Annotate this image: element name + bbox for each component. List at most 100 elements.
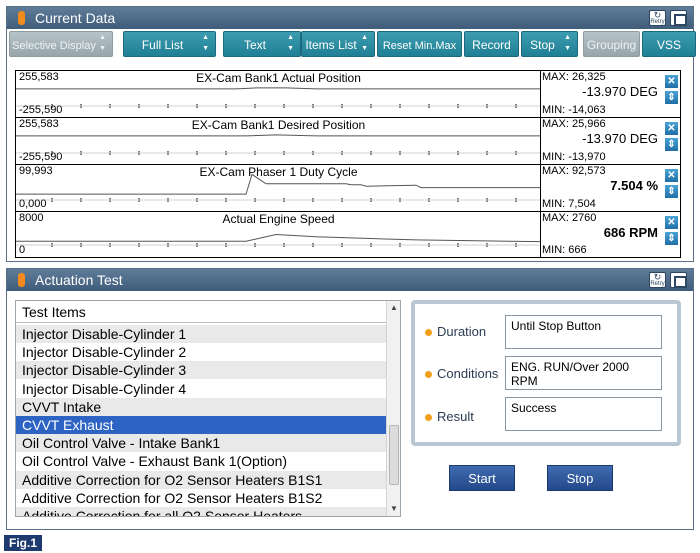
graph-stats: MAX: 26,325 -13.970 DEG MIN: -14,063 bbox=[542, 71, 662, 117]
toolbar-button-label: VSS bbox=[656, 38, 681, 52]
graph-plot: 255,583 EX-Cam Bank1 Desired Position -2… bbox=[16, 118, 541, 164]
toolbar-button-label: Full List bbox=[141, 38, 184, 52]
graph-title: EX-Cam Phaser 1 Duty Cycle bbox=[199, 165, 358, 179]
actuation-test-header: Actuation Test ↻ Retry bbox=[7, 269, 693, 291]
list-item-selected[interactable]: CVVT Exhaust bbox=[16, 416, 386, 434]
close-icon[interactable]: ✕ bbox=[665, 216, 678, 229]
bullet-icon bbox=[425, 371, 432, 378]
retry-button[interactable]: ↻ Retry bbox=[649, 272, 666, 288]
maximize-button[interactable] bbox=[670, 10, 687, 26]
toolbar-button-full-list[interactable]: Full List ▲ ▼ bbox=[123, 31, 216, 57]
stat-current-value: 7.504 % bbox=[610, 178, 658, 193]
stop-button[interactable]: Stop bbox=[547, 465, 613, 491]
toolbar-button-label: Grouping bbox=[586, 38, 637, 52]
graph-strip: 99,993 EX-Cam Phaser 1 Duty Cycle 0,000 … bbox=[16, 165, 680, 212]
refresh-icon: ↻ bbox=[653, 10, 662, 20]
toolbar-button-label: Text bbox=[243, 38, 266, 52]
list-item[interactable]: Injector Disable-Cylinder 4 bbox=[16, 380, 386, 398]
current-data-title: Current Data bbox=[35, 10, 116, 26]
close-icon[interactable]: ✕ bbox=[665, 122, 678, 135]
list-item[interactable]: Injector Disable-Cylinder 3 bbox=[16, 361, 386, 380]
toolbar-button-label: Reset Min.Max bbox=[382, 40, 457, 52]
conditions-label: Conditions bbox=[437, 366, 499, 381]
maximize-button[interactable] bbox=[670, 272, 687, 288]
conditions-value: ENG. RUN/Over 2000 RPM bbox=[505, 356, 662, 390]
stat-max: MAX: 92,573 bbox=[542, 165, 606, 177]
graph-plot: 99,993 EX-Cam Phaser 1 Duty Cycle 0,000 bbox=[16, 165, 541, 211]
scroll-down-icon[interactable]: ▼ bbox=[387, 502, 400, 516]
spinner-icon: ▲ ▼ bbox=[202, 34, 209, 52]
test-items-list[interactable]: Test Items Injector Disable-Cylinder 1 In… bbox=[15, 300, 401, 517]
start-button[interactable]: Start bbox=[449, 465, 515, 491]
duration-value: Until Stop Button bbox=[505, 315, 662, 349]
stat-current-value: -13.970 DEG bbox=[582, 131, 658, 146]
graph-title: Actual Engine Speed bbox=[222, 212, 335, 226]
stat-max: MAX: 25,966 bbox=[542, 118, 606, 130]
list-item[interactable]: Additive Correction for all O2 Sensor He… bbox=[16, 507, 386, 516]
reorder-icon[interactable]: ⇕ bbox=[665, 91, 678, 104]
toolbar-button-grouping[interactable]: Grouping bbox=[583, 31, 640, 57]
graph-controls: ✕ ⇕ bbox=[665, 216, 679, 248]
graph-stats: MAX: 25,966 -13.970 DEG MIN: -13,970 bbox=[542, 118, 662, 164]
list-scrollbar[interactable]: ▲ ▼ bbox=[386, 301, 400, 516]
retry-label: Retry bbox=[650, 281, 665, 287]
test-info-box: Duration Until Stop Button Conditions EN… bbox=[411, 300, 681, 446]
toolbar-button-items-list[interactable]: Items List ▲ ▼ bbox=[301, 31, 375, 57]
scale-min: 0,000 bbox=[19, 198, 47, 210]
toolbar-button-label: Selective Display bbox=[12, 40, 96, 52]
graph-stats: MAX: 92,573 7.504 % MIN: 7,504 bbox=[542, 165, 662, 211]
retry-button[interactable]: ↻ Retry bbox=[649, 10, 666, 26]
result-label: Result bbox=[437, 409, 474, 424]
graph-strip: 8000 Actual Engine Speed 0 MAX: 2760 686… bbox=[16, 212, 680, 257]
stat-min: MIN: -14,063 bbox=[542, 104, 606, 116]
stat-max: MAX: 26,325 bbox=[542, 71, 606, 83]
toolbar-button-label: Stop bbox=[530, 38, 555, 52]
graph-controls: ✕ ⇕ bbox=[665, 75, 679, 107]
list-item[interactable]: CVVT Intake bbox=[16, 397, 386, 416]
scale-min: -255,590 bbox=[19, 151, 63, 163]
toolbar-button-label: Record bbox=[472, 38, 511, 52]
result-value: Success bbox=[505, 397, 662, 431]
stat-min: MIN: 666 bbox=[542, 244, 587, 256]
scroll-up-icon[interactable]: ▲ bbox=[387, 301, 400, 315]
panel-marker-icon bbox=[18, 11, 25, 25]
toolbar-button-text[interactable]: Text ▲ ▼ bbox=[223, 31, 301, 57]
toolbar-button-stop[interactable]: Stop ▲ ▼ bbox=[521, 31, 578, 57]
graph-plot: 255,583 EX-Cam Bank1 Actual Position -25… bbox=[16, 71, 541, 117]
bullet-icon bbox=[425, 414, 432, 421]
stat-current-value: -13.970 DEG bbox=[582, 84, 658, 99]
stat-max: MAX: 2760 bbox=[542, 212, 597, 224]
list-item[interactable]: Additive Correction for O2 Sensor Heater… bbox=[16, 489, 386, 507]
close-icon[interactable]: ✕ bbox=[665, 75, 678, 88]
reorder-icon[interactable]: ⇕ bbox=[665, 138, 678, 151]
graph-stats: MAX: 2760 686 RPM MIN: 666 bbox=[542, 212, 662, 257]
list-item[interactable]: Injector Disable-Cylinder 1 bbox=[16, 325, 386, 343]
stat-min: MIN: -13,970 bbox=[542, 151, 606, 163]
toolbar-button-selective-display[interactable]: Selective Display ▲ ▼ bbox=[9, 31, 113, 57]
figure-label: Fig.1 bbox=[4, 535, 42, 551]
graph-strip: 255,583 EX-Cam Bank1 Actual Position -25… bbox=[16, 71, 680, 118]
reorder-icon[interactable]: ⇕ bbox=[665, 185, 678, 198]
scroll-thumb[interactable] bbox=[389, 425, 399, 485]
list-item[interactable]: Additive Correction for O2 Sensor Heater… bbox=[16, 470, 386, 489]
toolbar-button-reset-min-max[interactable]: Reset Min.Max bbox=[377, 31, 462, 57]
bullet-icon bbox=[425, 329, 432, 336]
list-item[interactable]: Oil Control Valve - Exhaust Bank 1(Optio… bbox=[16, 452, 386, 470]
close-icon[interactable]: ✕ bbox=[665, 169, 678, 182]
spinner-icon: ▲ ▼ bbox=[361, 34, 368, 52]
graph-area: 255,583 EX-Cam Bank1 Actual Position -25… bbox=[15, 70, 681, 258]
list-item[interactable]: Injector Disable-Cylinder 2 bbox=[16, 343, 386, 361]
list-item[interactable]: Oil Control Valve - Intake Bank1 bbox=[16, 434, 386, 453]
toolbar-button-record[interactable]: Record bbox=[464, 31, 519, 57]
graph-title: EX-Cam Bank1 Desired Position bbox=[191, 118, 366, 132]
current-data-header: Current Data ↻ Retry bbox=[7, 7, 693, 29]
reorder-icon[interactable]: ⇕ bbox=[665, 232, 678, 245]
actuation-test-title: Actuation Test bbox=[35, 272, 123, 288]
graph-strip: 255,583 EX-Cam Bank1 Desired Position -2… bbox=[16, 118, 680, 165]
graph-controls: ✕ ⇕ bbox=[665, 122, 679, 154]
spinner-icon: ▲ ▼ bbox=[287, 34, 294, 52]
scale-min: 0 bbox=[19, 244, 26, 256]
toolbar-button-vss[interactable]: VSS bbox=[642, 31, 696, 57]
graph-title: EX-Cam Bank1 Actual Position bbox=[196, 71, 361, 85]
refresh-icon: ↻ bbox=[653, 272, 662, 282]
